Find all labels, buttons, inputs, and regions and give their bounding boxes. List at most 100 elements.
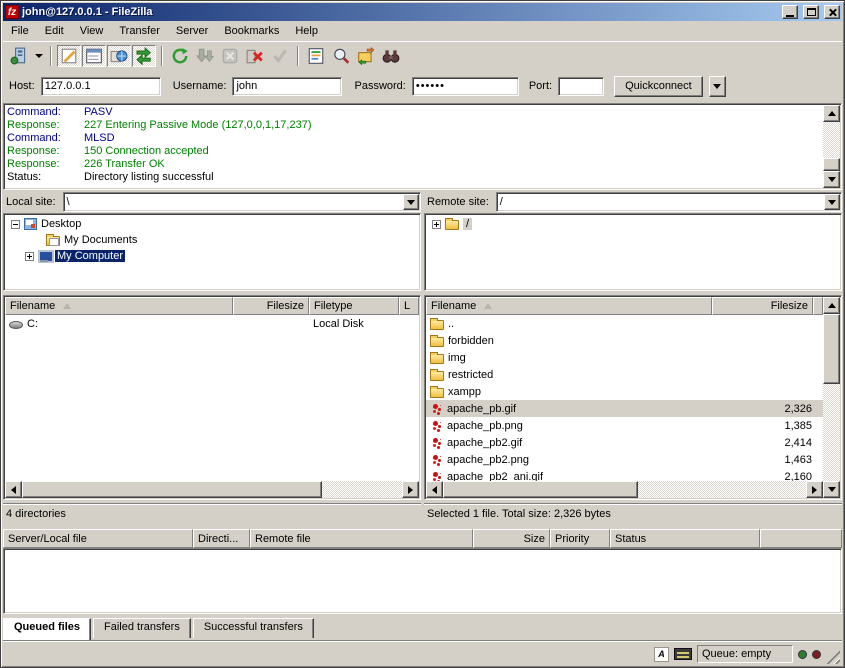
toggle-transfer-queue-button[interactable] bbox=[132, 45, 156, 67]
column-header-priority[interactable]: Priority bbox=[550, 529, 610, 548]
local-site-dropdown-button[interactable] bbox=[403, 194, 419, 210]
column-header-filename[interactable]: Filename bbox=[426, 297, 712, 315]
column-header-size[interactable]: Size bbox=[473, 529, 550, 548]
scrollbar-thumb[interactable] bbox=[823, 158, 840, 171]
message-log[interactable]: Command:PASV Response:227 Entering Passi… bbox=[3, 103, 842, 190]
local-tree[interactable]: Desktop My Documents My Computer bbox=[3, 213, 421, 291]
remote-file-row[interactable]: img bbox=[426, 349, 823, 366]
scroll-up-button[interactable] bbox=[823, 297, 840, 314]
quickconnect-dropdown-button[interactable] bbox=[709, 76, 726, 97]
scrollbar-thumb[interactable] bbox=[443, 481, 638, 498]
tree-item-root[interactable]: / bbox=[426, 216, 840, 232]
column-header-filesize[interactable]: Filesize bbox=[712, 297, 813, 315]
quickconnect-button[interactable]: Quickconnect bbox=[614, 76, 703, 97]
remote-file-list[interactable]: Filename Filesize .. forbidden bbox=[424, 295, 842, 500]
remote-file-row[interactable]: xampp bbox=[426, 383, 823, 400]
local-list-body[interactable]: C: Local Disk bbox=[5, 315, 419, 481]
scroll-left-button[interactable] bbox=[426, 481, 443, 498]
remote-tree[interactable]: / bbox=[424, 213, 842, 291]
remote-file-row-selected[interactable]: apache_pb.gif 2,326 bbox=[426, 400, 823, 417]
disconnect-button[interactable] bbox=[243, 45, 267, 67]
menu-server[interactable]: Server bbox=[168, 23, 216, 39]
scroll-up-button[interactable] bbox=[823, 105, 840, 122]
menu-file[interactable]: File bbox=[3, 23, 37, 39]
speed-limits-icon[interactable] bbox=[674, 648, 692, 660]
queue-body[interactable] bbox=[3, 548, 842, 614]
title-bar[interactable]: fz john@127.0.0.1 - FileZilla bbox=[3, 3, 842, 21]
password-input[interactable] bbox=[412, 77, 519, 96]
remote-site-combobox[interactable]: / bbox=[496, 192, 842, 212]
filter-button[interactable] bbox=[304, 45, 328, 67]
arrow-right-icon bbox=[812, 486, 817, 494]
menu-help[interactable]: Help bbox=[287, 23, 326, 39]
remote-tree-icon bbox=[110, 47, 128, 65]
find-files-button[interactable] bbox=[379, 45, 403, 67]
column-header-lastmodified[interactable]: L bbox=[399, 297, 419, 315]
remote-vertical-scrollbar[interactable] bbox=[823, 297, 840, 498]
toggle-local-tree-button[interactable] bbox=[82, 45, 106, 67]
scroll-right-button[interactable] bbox=[806, 481, 823, 498]
scrollbar-thumb[interactable] bbox=[823, 314, 840, 384]
synchronized-browsing-button[interactable] bbox=[354, 45, 378, 67]
remote-file-row[interactable]: .. bbox=[426, 315, 823, 332]
refresh-button[interactable] bbox=[168, 45, 192, 67]
maximize-button[interactable] bbox=[803, 5, 819, 19]
toggle-message-log-button[interactable] bbox=[57, 45, 81, 67]
remote-horizontal-scrollbar[interactable] bbox=[426, 481, 823, 498]
cancel-operation-button[interactable] bbox=[218, 45, 242, 67]
scroll-down-button[interactable] bbox=[823, 171, 840, 188]
process-queue-button[interactable] bbox=[193, 45, 217, 67]
username-input[interactable] bbox=[232, 77, 342, 96]
tree-item-my-computer[interactable]: My Computer bbox=[5, 248, 419, 264]
remote-file-row[interactable]: forbidden bbox=[426, 332, 823, 349]
resize-grip[interactable] bbox=[826, 650, 840, 664]
directory-comparison-button[interactable] bbox=[329, 45, 353, 67]
local-file-list[interactable]: Filename Filesize Filetype L C: Local Di… bbox=[3, 295, 421, 500]
expand-icon[interactable] bbox=[432, 220, 441, 229]
minimize-button[interactable] bbox=[782, 5, 798, 19]
column-header-direction[interactable]: Directi... bbox=[193, 529, 250, 548]
host-input[interactable] bbox=[41, 77, 161, 96]
tab-failed-transfers[interactable]: Failed transfers bbox=[93, 618, 191, 638]
reconnect-button[interactable] bbox=[268, 45, 292, 67]
menu-transfer[interactable]: Transfer bbox=[111, 23, 168, 39]
log-vertical-scrollbar[interactable] bbox=[823, 105, 840, 188]
column-header-filetype[interactable]: Filetype bbox=[309, 297, 399, 315]
column-header-remote-file[interactable]: Remote file bbox=[250, 529, 473, 548]
remote-file-row[interactable]: apache_pb2.png 1,463 bbox=[426, 451, 823, 468]
port-input[interactable] bbox=[558, 77, 604, 96]
column-header-filename[interactable]: Filename bbox=[5, 297, 233, 315]
tree-item-desktop[interactable]: Desktop bbox=[5, 216, 419, 232]
menu-view[interactable]: View bbox=[72, 23, 112, 39]
local-horizontal-scrollbar[interactable] bbox=[5, 481, 419, 498]
remote-file-row[interactable]: apache_pb.png 1,385 bbox=[426, 417, 823, 434]
local-file-row[interactable]: C: Local Disk bbox=[5, 315, 419, 332]
remote-file-row[interactable]: apache_pb2.gif 2,414 bbox=[426, 434, 823, 451]
collapse-icon[interactable] bbox=[11, 220, 20, 229]
transfer-type-icon[interactable]: A bbox=[654, 647, 669, 662]
scroll-left-button[interactable] bbox=[5, 481, 22, 498]
remote-site-dropdown-button[interactable] bbox=[824, 194, 840, 210]
site-manager-button[interactable] bbox=[7, 45, 31, 67]
tab-queued-files[interactable]: Queued files bbox=[3, 618, 91, 640]
column-header-filesize[interactable]: Filesize bbox=[233, 297, 309, 315]
tab-successful-transfers[interactable]: Successful transfers bbox=[193, 618, 314, 638]
tree-item-my-documents[interactable]: My Documents bbox=[5, 232, 419, 248]
menu-edit[interactable]: Edit bbox=[37, 23, 72, 39]
expand-icon[interactable] bbox=[25, 252, 34, 261]
column-header-server-local-file[interactable]: Server/Local file bbox=[3, 529, 193, 548]
scroll-down-button[interactable] bbox=[823, 481, 840, 498]
remote-file-row[interactable]: apache_pb2_ani.gif 2,160 bbox=[426, 468, 823, 481]
message-log-icon bbox=[60, 47, 78, 65]
menu-bookmarks[interactable]: Bookmarks bbox=[216, 23, 287, 39]
toggle-remote-tree-button[interactable] bbox=[107, 45, 131, 67]
disk-icon bbox=[9, 321, 23, 329]
remote-file-row[interactable]: restricted bbox=[426, 366, 823, 383]
column-header-status[interactable]: Status bbox=[610, 529, 760, 548]
local-site-combobox[interactable]: \ bbox=[63, 192, 421, 212]
scrollbar-thumb[interactable] bbox=[22, 481, 322, 498]
site-manager-dropdown-button[interactable] bbox=[32, 45, 45, 67]
remote-list-body[interactable]: .. forbidden img restricted bbox=[426, 315, 823, 481]
scroll-right-button[interactable] bbox=[402, 481, 419, 498]
close-button[interactable] bbox=[824, 5, 840, 19]
